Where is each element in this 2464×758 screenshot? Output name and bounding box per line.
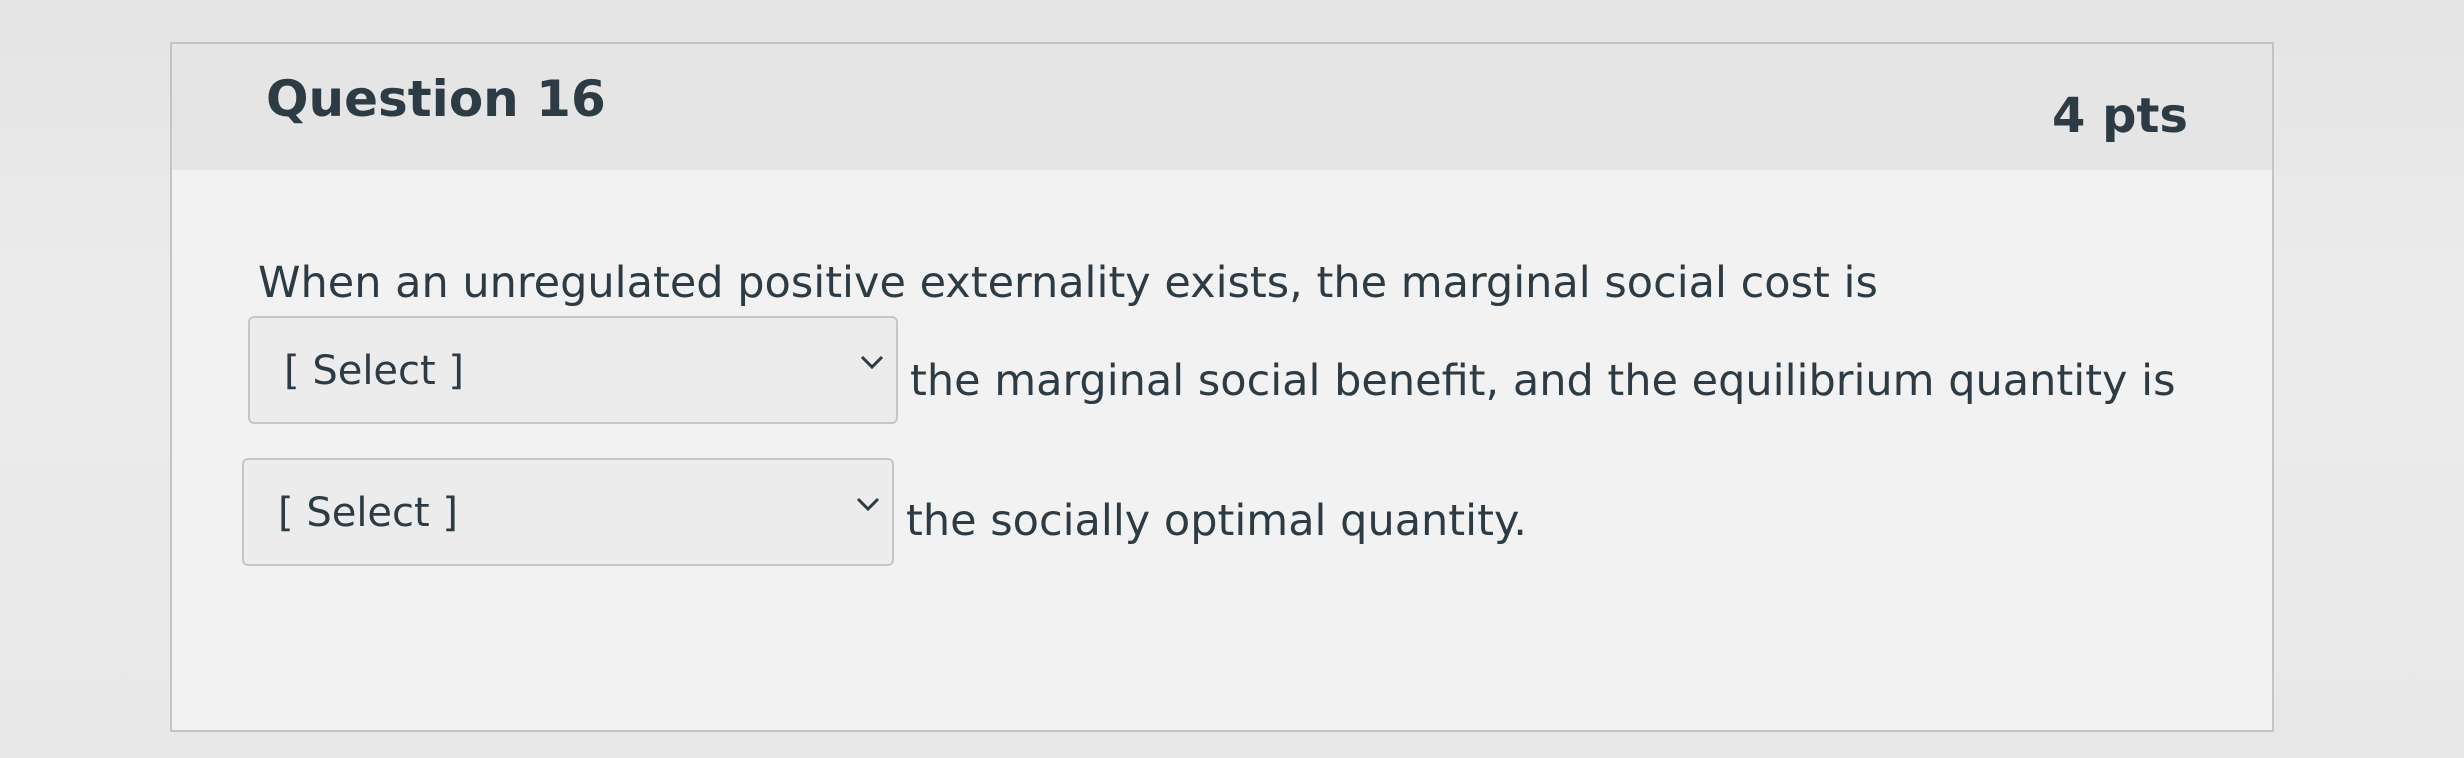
chevron-down-icon [860, 355, 884, 370]
answer-select-2-value: [ Select ] [278, 490, 459, 536]
prompt-line-3: the socially optimal quantity. [906, 496, 1527, 546]
prompt-line-1: When an unregulated positive externality… [258, 258, 1878, 308]
question-title: Question 16 [266, 70, 606, 128]
answer-select-1[interactable]: [ Select ] [248, 316, 898, 424]
answer-select-1-value: [ Select ] [284, 348, 465, 394]
question-body [172, 170, 2272, 730]
answer-select-2[interactable]: [ Select ] [242, 458, 894, 566]
question-header: Question 16 4 pts [172, 44, 2272, 172]
chevron-down-icon [856, 497, 880, 512]
prompt-line-2: the marginal social benefit, and the equ… [910, 356, 2176, 406]
question-points: 4 pts [2052, 88, 2188, 144]
